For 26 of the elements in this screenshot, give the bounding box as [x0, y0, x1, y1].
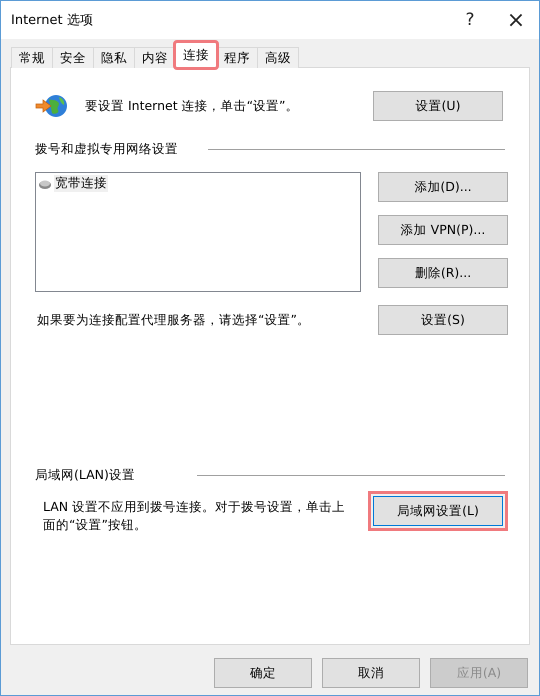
tab[interactable]: 程序	[216, 47, 258, 68]
window-title: Internet 选项	[11, 12, 94, 29]
tab[interactable]: 隐私	[93, 47, 135, 68]
globe-arrow-icon	[35, 93, 69, 119]
tab[interactable]: 安全	[52, 47, 94, 68]
setup-button[interactable]: 设置(U)	[373, 91, 503, 121]
close-button[interactable]: ×	[493, 1, 539, 39]
tab[interactable]: 高级	[257, 47, 299, 68]
tab[interactable]: 常规	[11, 47, 53, 68]
dialup-button[interactable]: 添加(D)...	[378, 172, 508, 202]
connection-list[interactable]: 宽带连接	[35, 172, 361, 292]
proxy-settings-button[interactable]: 设置(S)	[378, 305, 508, 335]
list-item[interactable]: 宽带连接	[54, 175, 108, 192]
dialup-button[interactable]: 添加 VPN(P)...	[378, 215, 508, 245]
dialup-button[interactable]: 删除(R)...	[378, 258, 508, 288]
lan-description: LAN 设置不应用到拨号连接。对于拨号设置，单击上面的“设置”按钮。	[43, 498, 346, 534]
tab[interactable]: 连接	[175, 42, 217, 68]
help-button[interactable]: ?	[447, 1, 493, 39]
network-icon	[38, 178, 52, 190]
section-heading: 局域网(LAN)设置	[35, 467, 135, 484]
section-heading: 拨号和虚拟专用网络设置	[35, 141, 178, 158]
proxy-text: 如果要为连接配置代理服务器，请选择“设置”。	[37, 312, 310, 328]
dialog-button[interactable]: 取消	[322, 658, 420, 688]
tab[interactable]: 内容	[134, 47, 176, 68]
dialog-button[interactable]: 确定	[214, 658, 312, 688]
setup-text: 要设置 Internet 连接，单击“设置”。	[85, 98, 300, 114]
